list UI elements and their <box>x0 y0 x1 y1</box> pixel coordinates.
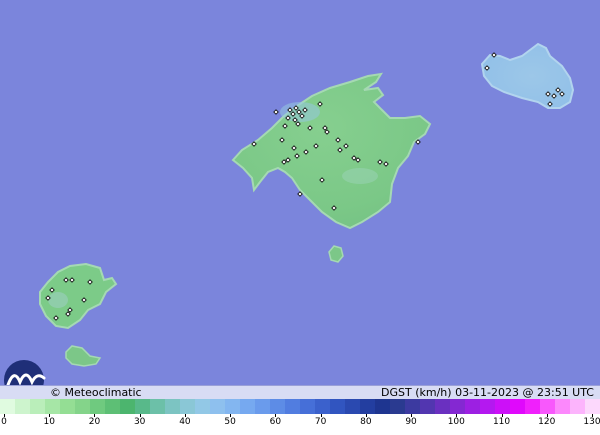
color-scale-segment <box>105 399 120 414</box>
credit-text: © Meteoclimatic <box>50 386 142 399</box>
cabrera-island <box>328 245 344 263</box>
color-scale-segment <box>270 399 285 414</box>
color-scale-segment <box>435 399 450 414</box>
map-info-text: DGST (km/h) 03-11-2023 @ 23:51 UTC <box>381 386 594 399</box>
color-scale-segment <box>285 399 300 414</box>
color-scale-segment <box>225 399 240 414</box>
color-scale-segment <box>480 399 495 414</box>
color-scale-label: 90 <box>405 417 417 427</box>
color-scale-segment <box>420 399 435 414</box>
ibiza-patch <box>48 292 68 308</box>
color-scale-segment <box>45 399 60 414</box>
color-scale-segment <box>300 399 315 414</box>
color-scale-label: 120 <box>538 417 556 427</box>
color-scale-label: 40 <box>179 417 191 427</box>
color-scale-segment <box>150 399 165 414</box>
color-scale-label: 130 <box>583 417 600 427</box>
color-scale-segment <box>255 399 270 414</box>
color-scale-segment <box>585 399 600 414</box>
color-scale-segment <box>240 399 255 414</box>
color-scale-label: 110 <box>492 417 511 427</box>
color-scale-label: 10 <box>43 417 55 427</box>
mallorca-east-patch <box>342 168 378 184</box>
color-scale-segment <box>120 399 135 414</box>
color-scale-segment <box>195 399 210 414</box>
color-scale-segment <box>75 399 90 414</box>
color-scale-label: 30 <box>133 417 146 427</box>
color-scale-label: 80 <box>360 417 372 427</box>
color-scale-segment <box>330 399 345 414</box>
color-scale-label: 60 <box>269 417 282 427</box>
color-scale-label: 70 <box>314 417 327 427</box>
color-scale-segment <box>510 399 525 414</box>
color-scale-segment <box>60 399 75 414</box>
color-scale-label: 100 <box>447 417 465 427</box>
color-scale-segment <box>465 399 480 414</box>
color-scale-segment <box>180 399 195 414</box>
color-scale-segment <box>135 399 150 414</box>
color-scale-segment <box>210 399 225 414</box>
color-scale-segment <box>345 399 360 414</box>
color-scale-segment <box>375 399 390 414</box>
map-footer: © Meteoclimatic DGST (km/h) 03-11-2023 @… <box>0 385 600 399</box>
color-scale-segment <box>15 399 30 414</box>
color-scale-ticks: 0 10 20 30 40 50 60 70 80 90 100 110 120 130 <box>0 414 600 435</box>
color-scale-segment <box>525 399 540 414</box>
color-scale-segment <box>315 399 330 414</box>
color-scale-label: 50 <box>224 417 236 427</box>
color-scale-segment <box>540 399 555 414</box>
color-scale-segment <box>360 399 375 414</box>
color-scale-segment <box>405 399 420 414</box>
color-scale-segment <box>0 399 15 414</box>
color-scale-label: 0 <box>1 417 7 427</box>
color-scale-segment <box>570 399 585 414</box>
color-scale-label: 20 <box>88 417 101 427</box>
color-scale-segment <box>90 399 105 414</box>
color-scale-segment <box>555 399 570 414</box>
color-scale-segment <box>30 399 45 414</box>
color-scale-segment <box>450 399 465 414</box>
color-scale-segment <box>495 399 510 414</box>
color-scale-segment <box>165 399 180 414</box>
weather-map <box>0 0 600 385</box>
color-scale-segment <box>390 399 405 414</box>
color-scale-bar <box>0 399 600 414</box>
